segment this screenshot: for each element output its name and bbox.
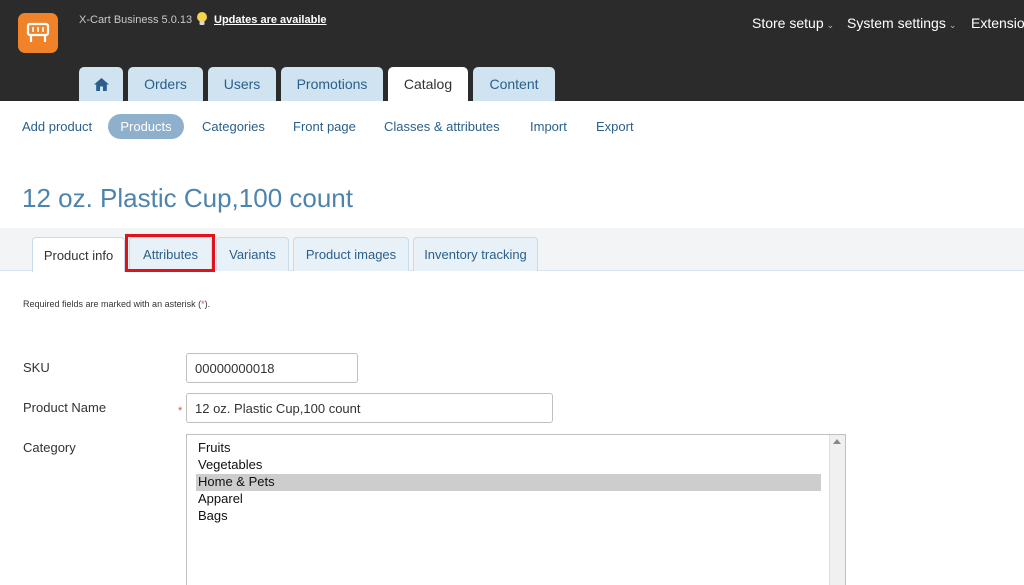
tab-catalog[interactable]: Catalog xyxy=(388,67,468,101)
nav-store-setup-label: Store setup xyxy=(752,15,824,31)
subnav-add-product[interactable]: Add product xyxy=(22,119,92,134)
nav-store-setup[interactable]: Store setup ⌄ xyxy=(752,15,834,31)
chevron-down-icon: ⌄ xyxy=(826,20,835,30)
category-option-apparel[interactable]: Apparel xyxy=(196,491,821,508)
updates-link[interactable]: Updates are available xyxy=(214,14,327,26)
required-note-before: Required fields are marked with an aster… xyxy=(23,299,202,309)
subnav-import[interactable]: Import xyxy=(530,119,567,134)
category-select[interactable]: Fruits Vegetables Home & Pets Apparel Ba… xyxy=(186,434,846,585)
subnav-categories[interactable]: Categories xyxy=(202,119,265,134)
nav-extensions[interactable]: Extensions xyxy=(971,15,1024,31)
sku-field[interactable] xyxy=(186,353,358,383)
subnav-products[interactable]: Products xyxy=(108,114,184,139)
tab-promotions[interactable]: Promotions xyxy=(281,67,383,101)
category-option-vegetables[interactable]: Vegetables xyxy=(196,457,821,474)
category-label: Category xyxy=(23,440,76,455)
nav-system-settings[interactable]: System settings ⌄ xyxy=(847,15,956,31)
lightbulb-icon xyxy=(197,12,207,25)
cart-logo-icon[interactable] xyxy=(18,13,58,53)
tab-users[interactable]: Users xyxy=(208,67,276,101)
product-name-label: Product Name xyxy=(23,400,107,415)
chevron-down-icon: ⌄ xyxy=(948,20,957,30)
required-note-after: ). xyxy=(204,299,211,309)
app-version: X-Cart Business 5.0.13 xyxy=(79,14,193,26)
tab-home[interactable] xyxy=(79,67,123,101)
subnav-front-page[interactable]: Front page xyxy=(293,119,356,134)
home-icon xyxy=(93,77,109,91)
subnav-export[interactable]: Export xyxy=(596,119,634,134)
required-fields-note: Required fields are marked with an aster… xyxy=(23,299,210,309)
tab-orders[interactable]: Orders xyxy=(128,67,203,101)
tab-product-info[interactable]: Product info xyxy=(32,237,125,272)
nav-system-settings-label: System settings xyxy=(847,15,946,31)
top-header: X-Cart Business 5.0.13 Updates are avail… xyxy=(0,0,1024,101)
category-scrollbar[interactable] xyxy=(829,435,845,585)
category-option-home-pets[interactable]: Home & Pets xyxy=(196,474,821,491)
tab-inventory-tracking[interactable]: Inventory tracking xyxy=(413,237,538,271)
tab-variants[interactable]: Variants xyxy=(216,237,289,271)
nav-extensions-label: Extensions xyxy=(971,15,1024,31)
tab-attributes[interactable]: Attributes xyxy=(129,237,212,271)
sku-label: SKU xyxy=(23,360,50,375)
category-option-fruits[interactable]: Fruits xyxy=(196,440,821,457)
page-title: 12 oz. Plastic Cup,100 count xyxy=(22,183,353,213)
product-name-field[interactable] xyxy=(186,393,553,423)
category-option-bags[interactable]: Bags xyxy=(196,508,821,525)
subnav-classes-attributes[interactable]: Classes & attributes xyxy=(384,119,500,134)
required-marker: * xyxy=(178,405,183,417)
tab-content[interactable]: Content xyxy=(473,67,555,101)
tab-product-images[interactable]: Product images xyxy=(293,237,409,271)
scroll-up-arrow-icon[interactable] xyxy=(833,439,841,444)
